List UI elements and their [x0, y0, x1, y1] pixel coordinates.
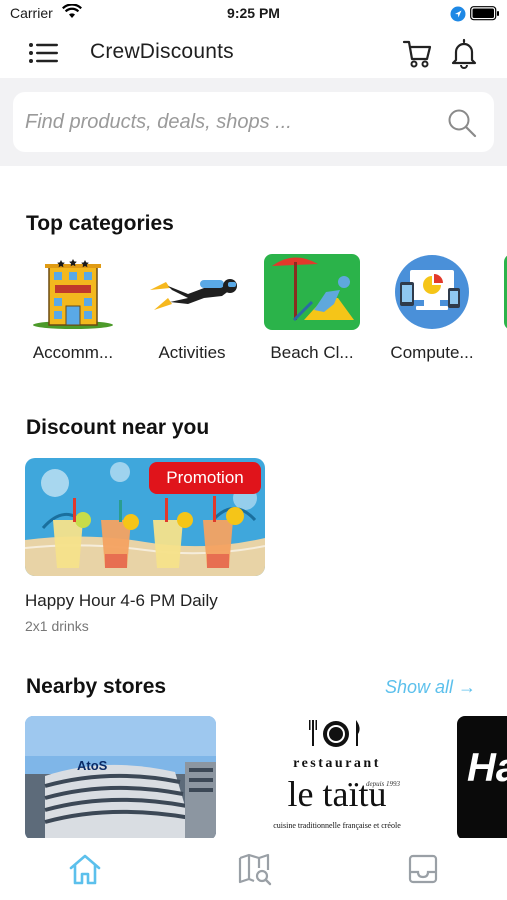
search-box[interactable] — [13, 92, 494, 152]
store-list: AtoS restaurant le taïtu depuis 1993 cui… — [0, 716, 507, 840]
category-beach-clubs[interactable]: Beach Cl... — [257, 252, 367, 367]
store-card-le-taitu[interactable]: restaurant le taïtu depuis 1993 cuisine … — [252, 716, 422, 840]
category-accommodation[interactable]: Accomm... — [18, 252, 128, 367]
discount-near-you-title: Discount near you — [26, 416, 210, 439]
app-title: CrewDiscounts — [90, 40, 234, 63]
store-logo-text: Ha — [467, 746, 507, 790]
fork-knife-plate-icon — [309, 720, 360, 747]
map-search-icon[interactable] — [237, 852, 273, 886]
deal-image: Promotion — [25, 458, 265, 576]
bottom-tab-bar — [0, 838, 507, 900]
category-computers[interactable]: Compute... — [377, 252, 487, 367]
search-input[interactable] — [25, 102, 435, 142]
store-logo-since: depuis 1993 — [366, 780, 401, 788]
battery-icon — [470, 6, 499, 21]
promotion-badge: Promotion — [149, 462, 261, 494]
search-area — [0, 78, 507, 166]
hotel-icon — [33, 259, 113, 329]
home-icon[interactable] — [67, 852, 103, 886]
category-partial[interactable] — [500, 252, 507, 367]
clock: 9:25 PM — [227, 5, 280, 21]
store-logo-line: restaurant — [293, 756, 381, 771]
deal-subtitle: 2x1 drinks — [25, 618, 89, 634]
store-card-atos[interactable]: AtoS — [25, 716, 216, 840]
store-card-partial[interactable]: Ha — [457, 716, 507, 840]
inbox-icon[interactable] — [405, 852, 441, 886]
category-label: Compute... — [390, 343, 474, 362]
menu-icon[interactable] — [28, 40, 60, 66]
nearby-stores-title: Nearby stores — [26, 675, 167, 698]
store-image — [25, 716, 216, 840]
category-list: Accomm... Activities Beach Cl... Compute… — [0, 252, 507, 372]
store-logo-text: AtoS — [77, 758, 108, 773]
top-categories-title: Top categories — [26, 212, 174, 235]
category-activities[interactable]: Activities — [137, 252, 247, 367]
deal-card[interactable]: Promotion Happy Hour 4-6 PM Daily 2x1 dr… — [25, 458, 265, 638]
store-logo-name: le taïtu — [287, 774, 387, 814]
store-logo-tagline: cuisine traditionnelle française et créo… — [273, 821, 401, 830]
show-all-link[interactable]: Show all → — [385, 677, 476, 698]
cart-icon[interactable] — [402, 37, 432, 69]
beach-chair-icon — [264, 254, 360, 330]
bell-icon[interactable] — [450, 37, 478, 69]
location-arrow-icon — [450, 6, 466, 22]
app-header: CrewDiscounts — [0, 28, 507, 78]
diver-icon — [150, 279, 237, 310]
computer-devices-icon — [395, 255, 469, 329]
deal-title: Happy Hour 4-6 PM Daily — [25, 591, 218, 610]
search-icon[interactable] — [447, 108, 477, 138]
status-bar: Carrier 9:25 PM — [0, 0, 507, 28]
category-label: Activities — [158, 343, 226, 362]
category-label: Accomm... — [32, 343, 114, 362]
category-label: Beach Cl... — [270, 343, 354, 362]
